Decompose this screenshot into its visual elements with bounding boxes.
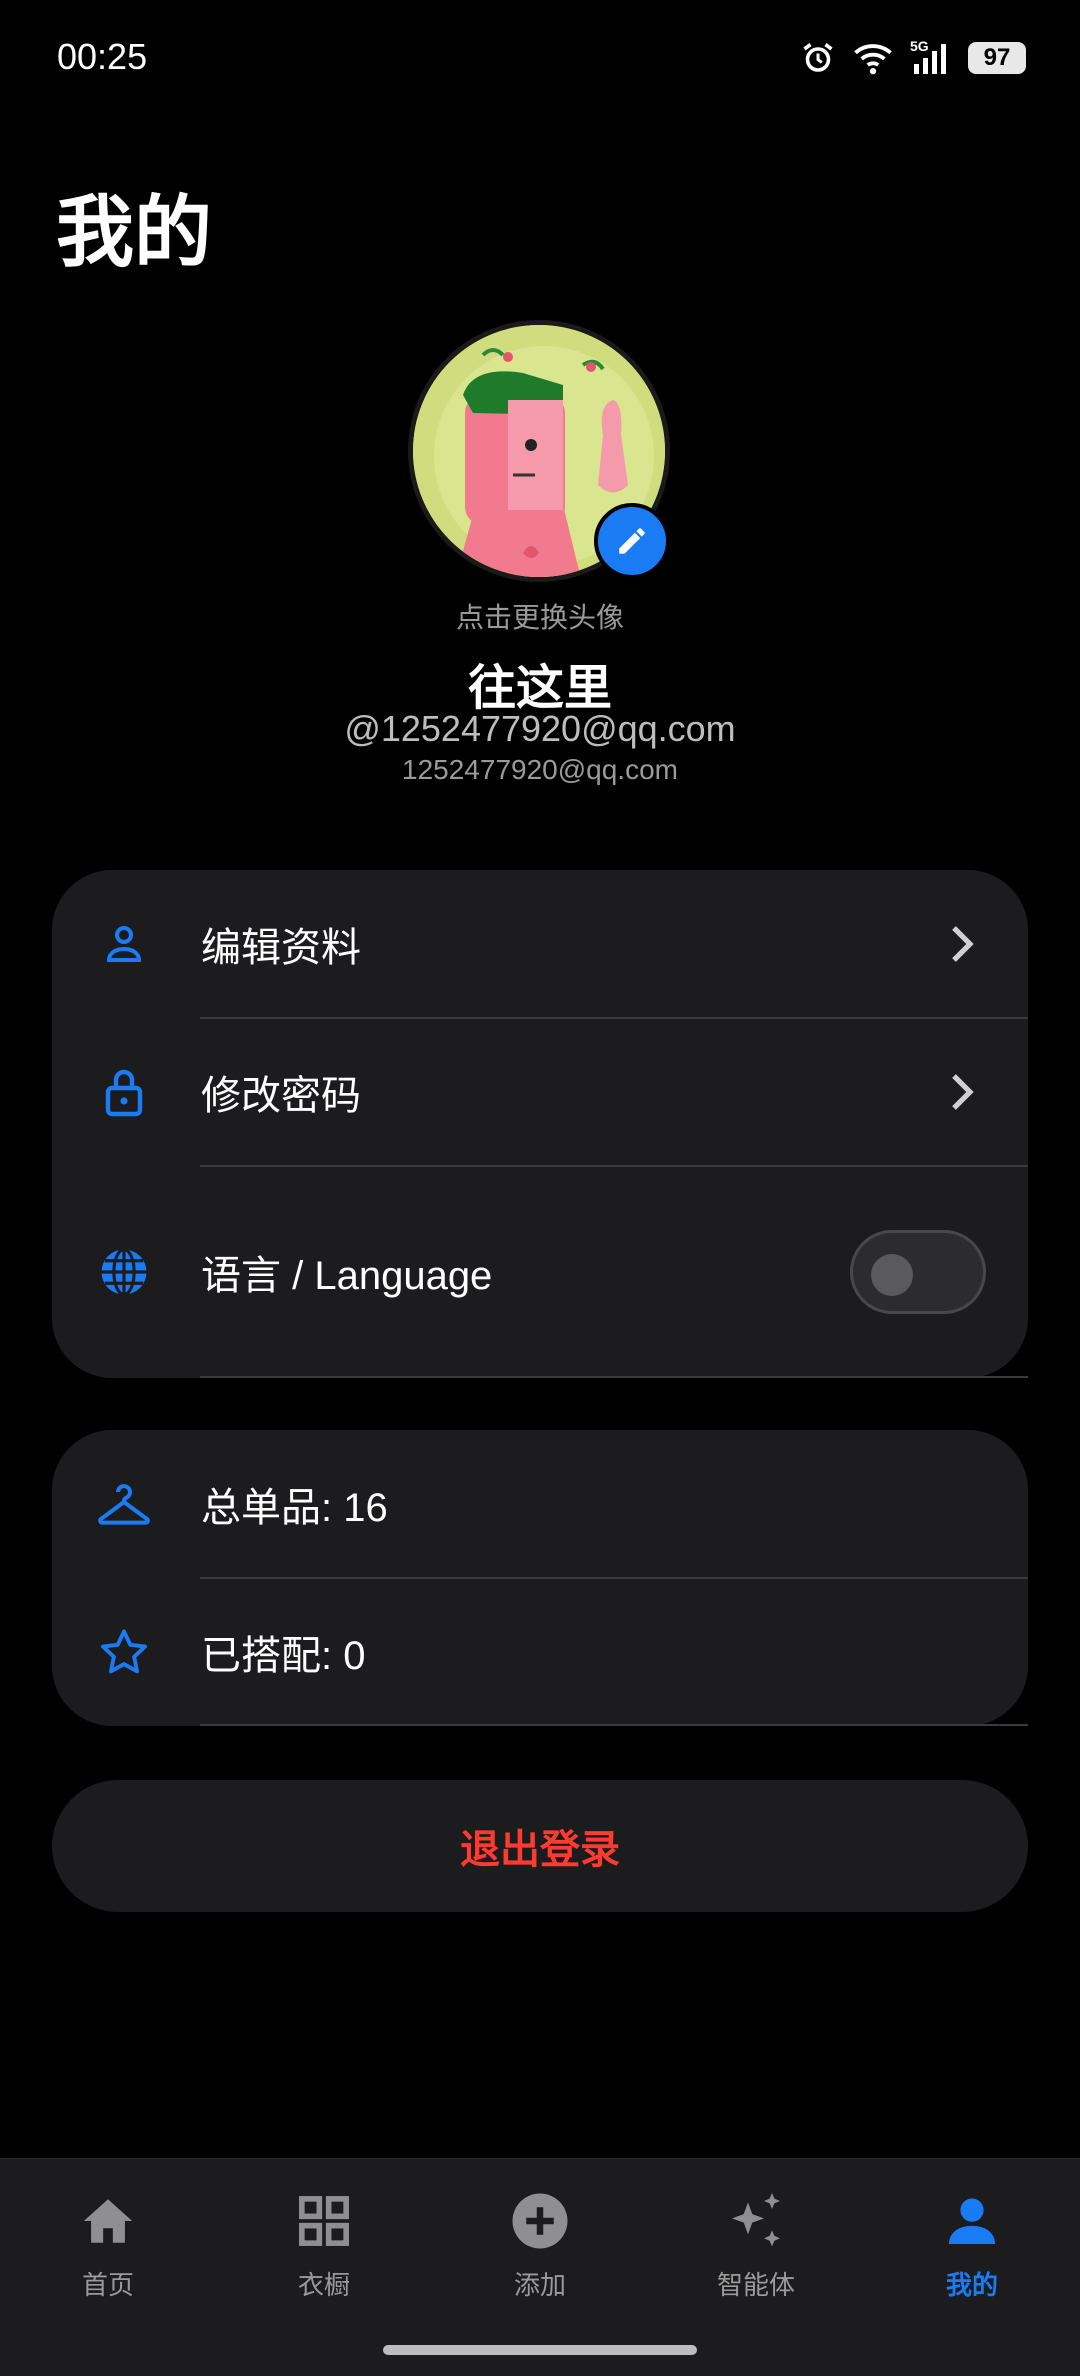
cellular-signal-icon: 5G [910, 38, 952, 76]
person-icon [940, 2189, 1004, 2253]
edit-profile-label: 编辑资料 [201, 926, 361, 970]
home-indicator[interactable] [383, 2345, 697, 2355]
change-password-row[interactable]: 修改密码 [52, 1018, 1028, 1166]
outfits-row: 已搭配: 0 [52, 1578, 1028, 1726]
globe-icon [96, 1244, 152, 1300]
user-email: 1252477920@qq.com [402, 754, 678, 785]
divider [200, 1724, 1028, 1726]
nav-label-wardrobe: 衣橱 [297, 2270, 350, 2300]
settings-card: 编辑资料 修改密码 语言 / Language [52, 870, 1028, 1378]
nav-item-profile[interactable]: 我的 [864, 2189, 1080, 2319]
language-toggle[interactable] [850, 1230, 986, 1314]
hanger-icon [96, 1476, 152, 1532]
nav-label-home: 首页 [81, 2270, 134, 2300]
grid-icon [292, 2189, 356, 2253]
chevron-right-icon [952, 926, 974, 962]
edit-profile-row[interactable]: 编辑资料 [52, 870, 1028, 1018]
avatar-hint: 点击更换头像 [455, 602, 624, 633]
status-icons: 5G 97 [800, 38, 1026, 76]
total-items-row: 总单品: 16 [52, 1430, 1028, 1578]
star-icon [96, 1624, 152, 1680]
person-icon [96, 916, 152, 972]
user-handle: @1252477920@qq.com [344, 708, 736, 749]
toggle-knob [871, 1254, 913, 1296]
sparkle-icon [724, 2189, 788, 2253]
nav-item-agent[interactable]: 智能体 [648, 2189, 864, 2319]
nav-label-add: 添加 [513, 2270, 566, 2300]
nav-item-add[interactable]: 添加 [432, 2189, 648, 2319]
home-icon [76, 2189, 140, 2253]
wifi-icon [854, 44, 892, 75]
pencil-icon [619, 528, 645, 554]
battery-indicator: 97 [968, 42, 1026, 74]
chevron-right-icon [952, 1074, 974, 1110]
nav-label-profile: 我的 [945, 2270, 998, 2300]
stats-card: 总单品: 16 已搭配: 0 [52, 1430, 1028, 1726]
bottom-nav: 首页 衣橱 添加 智能体 我的 [0, 2158, 1080, 2376]
page-title: 我的 [56, 188, 213, 276]
nav-label-agent: 智能体 [716, 2270, 795, 2300]
outfits-label: 已搭配: 0 [201, 1634, 366, 1678]
language-row: 语言 / Language [52, 1166, 1028, 1378]
nav-item-wardrobe[interactable]: 衣橱 [216, 2189, 432, 2319]
divider [200, 1376, 1028, 1378]
edit-avatar-button[interactable] [594, 503, 670, 579]
change-password-label: 修改密码 [201, 1074, 361, 1118]
lock-icon [96, 1064, 152, 1120]
nav-item-home[interactable]: 首页 [0, 2189, 216, 2319]
total-items-label: 总单品: 16 [201, 1486, 388, 1530]
status-time: 00:25 [57, 36, 148, 77]
status-bar: 00:25 5G 97 [0, 0, 1080, 120]
add-circle-icon [508, 2189, 572, 2253]
alarm-icon [803, 43, 833, 72]
language-label: 语言 / Language [201, 1254, 493, 1298]
logout-button[interactable]: 退出登录 [52, 1780, 1028, 1912]
